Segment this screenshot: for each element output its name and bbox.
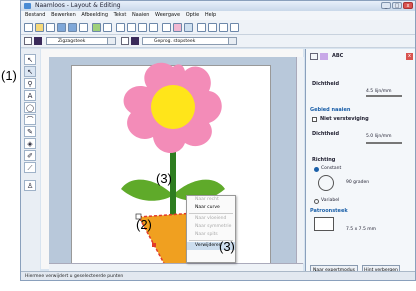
menu-item-naar-curve[interactable]: Naar curve: [187, 204, 235, 212]
no-reinforce-label: Niet versteviging: [320, 116, 369, 122]
grid-icon[interactable]: [208, 23, 217, 32]
menu-afbeelding[interactable]: Afbeelding: [81, 12, 108, 18]
text-tool[interactable]: A: [24, 90, 36, 101]
title-bar: Naamloos - Layout & Editing _ □ x: [21, 1, 415, 11]
variable-label: Variabel: [321, 198, 340, 203]
region-sew-icon[interactable]: [121, 37, 129, 45]
menu-weergave[interactable]: Weergave: [155, 12, 180, 18]
menu-bestand[interactable]: Bestand: [25, 12, 45, 18]
save-icon[interactable]: [57, 23, 66, 32]
sewing-attributes-panel: ABC x Dichtheid 4.5 lijn/mm Gebied naaie…: [305, 49, 415, 279]
zoom-tool[interactable]: ⚲: [24, 78, 36, 89]
realistic-view-icon[interactable]: [230, 23, 239, 32]
section-pattern-stitch: Patroonsteek: [310, 208, 348, 214]
point-edit-tool[interactable]: ↖: [24, 66, 36, 77]
menu-bewerken[interactable]: Bewerken: [51, 12, 76, 18]
import-icon[interactable]: [46, 23, 55, 32]
angle-dial[interactable]: [318, 175, 334, 191]
zoom-icon[interactable]: [219, 23, 228, 32]
callout-1: (1): [1, 68, 17, 83]
menu-item-naar-recht[interactable]: Naar recht: [187, 196, 235, 204]
transfer-icon[interactable]: [162, 23, 171, 32]
chevron-down-icon: [228, 38, 236, 44]
app-window: Naamloos - Layout & Editing _ □ x Bestan…: [20, 0, 416, 281]
stamp-tool[interactable]: ♙: [24, 180, 36, 191]
app-icon: [24, 3, 31, 9]
angle-value: 90 graden: [346, 180, 370, 185]
main-toolbar: [21, 20, 415, 35]
menu-item-naar-symmetrie[interactable]: Naar symmetrie: [187, 223, 235, 231]
callout-3-top: (3): [156, 171, 172, 186]
select-tool[interactable]: ↖: [24, 54, 36, 65]
chevron-down-icon: [107, 38, 115, 44]
flower-center: [151, 85, 195, 129]
line-color-swatch[interactable]: [34, 37, 42, 45]
region-stitch-value: Geprog. stopsteek: [154, 39, 196, 44]
print-icon[interactable]: [79, 23, 88, 32]
pattern-size: 7.5 x 7.5 mm: [346, 227, 377, 232]
tool-palette: ↖ ↖ ⚲ A ◯ ⌒ ✎ ◈ ✐ ⟋ ♙: [21, 49, 40, 271]
pattern-preview[interactable]: [314, 217, 334, 231]
region-tab-icon[interactable]: [320, 53, 328, 60]
menu-separator: [189, 213, 233, 214]
menu-bar: Bestand Bewerken Afbeelding Tekst Naaien…: [21, 11, 415, 20]
line-stitch-value: Zigzagsteek: [58, 39, 86, 44]
shape-tool[interactable]: ◯: [24, 102, 36, 113]
duplicate-icon[interactable]: [149, 23, 158, 32]
menu-optie[interactable]: Optie: [186, 12, 200, 18]
maximize-button[interactable]: □: [392, 2, 402, 9]
text-tab[interactable]: ABC: [332, 53, 343, 59]
menu-help[interactable]: Help: [205, 12, 216, 18]
stitch-simulator-icon[interactable]: [184, 23, 193, 32]
redo-icon[interactable]: [103, 23, 112, 32]
new-file-icon[interactable]: [24, 23, 33, 32]
horizontal-scrollbar[interactable]: [49, 263, 303, 271]
status-bar: Hiermee verwijdert u geselecteerde punte…: [21, 271, 415, 280]
line-sew-icon[interactable]: [24, 37, 32, 45]
section-area-sewing: Gebied naaien: [310, 107, 351, 113]
paste-icon[interactable]: [138, 23, 147, 32]
wizard-icon[interactable]: [173, 23, 182, 32]
refresh-icon[interactable]: [197, 23, 206, 32]
callout-3-bottom: (3): [219, 239, 235, 254]
save-as-icon[interactable]: [68, 23, 77, 32]
region-stitch-combo[interactable]: Geprog. stopsteek: [142, 37, 237, 45]
constant-radio[interactable]: [314, 167, 319, 172]
measure-tool[interactable]: ⟋: [24, 162, 36, 173]
cut-icon[interactable]: [116, 23, 125, 32]
fill-tool[interactable]: ◈: [24, 138, 36, 149]
flower-design[interactable]: [49, 57, 303, 271]
density-slider-2[interactable]: [366, 142, 402, 144]
line-stitch-combo[interactable]: Zigzagsteek: [46, 37, 116, 45]
sewing-toolbar: Zigzagsteek Geprog. stopsteek: [21, 35, 415, 48]
density-label-1: Dichtheid: [312, 81, 340, 87]
panel-close-icon[interactable]: x: [406, 53, 413, 60]
menu-tekst[interactable]: Tekst: [114, 12, 127, 18]
brush-tool[interactable]: ✎: [24, 126, 36, 137]
menu-naaien[interactable]: Naaien: [132, 12, 150, 18]
close-button[interactable]: x: [403, 2, 413, 9]
window-title: Naamloos - Layout & Editing: [35, 2, 121, 9]
copy-icon[interactable]: [127, 23, 136, 32]
line-tab-icon[interactable]: [310, 53, 318, 60]
reinforce-checkbox[interactable]: [312, 117, 317, 122]
undo-icon[interactable]: [92, 23, 101, 32]
density-label-2: Dichtheid: [312, 131, 340, 137]
eyedropper-tool[interactable]: ✐: [24, 150, 36, 161]
density-slider-1[interactable]: [366, 95, 402, 97]
constant-label: Constant: [321, 166, 342, 171]
callout-2: (2): [136, 217, 152, 232]
vertical-scrollbar[interactable]: [296, 57, 304, 263]
menu-item-naar-vloeiend[interactable]: Naar vloeiend: [187, 215, 235, 223]
menu-item-naar-spits[interactable]: Naar spits: [187, 231, 235, 239]
line-tool[interactable]: ⌒: [24, 114, 36, 125]
density-value-1: 4.5 lijn/mm: [366, 89, 392, 94]
region-color-swatch[interactable]: [131, 37, 139, 45]
variable-radio[interactable]: [314, 199, 319, 204]
minimize-button[interactable]: _: [381, 2, 391, 9]
open-folder-icon[interactable]: [35, 23, 44, 32]
density-value-2: 5.0 lijn/mm: [366, 134, 392, 139]
selection-point[interactable]: [152, 243, 156, 247]
direction-label: Richting: [312, 157, 336, 163]
